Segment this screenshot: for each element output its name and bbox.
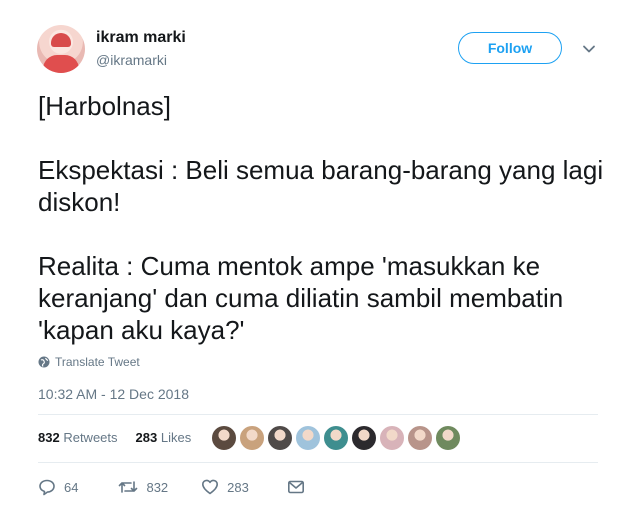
likes-label: Likes bbox=[160, 430, 192, 445]
envelope-icon bbox=[287, 480, 304, 494]
heart-icon bbox=[202, 479, 219, 495]
chevron-down-icon[interactable] bbox=[581, 41, 597, 57]
reply-button[interactable]: 64 bbox=[38, 478, 78, 496]
tweet-stats: 832 Retweets 283 Likes bbox=[38, 430, 191, 445]
liker-avatar[interactable] bbox=[407, 425, 433, 451]
reply-icon bbox=[39, 479, 55, 496]
tweet-text: [Harbolnas] Ekspektasi : Beli semua bara… bbox=[38, 90, 608, 346]
liker-avatar[interactable] bbox=[435, 425, 461, 451]
follow-button[interactable]: Follow bbox=[458, 32, 562, 64]
tweet-paragraph: Ekspektasi : Beli semua barang-barang ya… bbox=[38, 155, 604, 217]
retweet-count: 832 bbox=[146, 479, 169, 495]
tweet-paragraph: Realita : Cuma mentok ampe 'masukkan ke … bbox=[38, 251, 564, 345]
like-count: 283 bbox=[227, 479, 249, 495]
display-name[interactable]: ikram marki bbox=[96, 29, 186, 47]
retweet-stat[interactable]: 832 Retweets bbox=[38, 430, 118, 445]
liker-avatars bbox=[211, 425, 461, 451]
tweet-timestamp[interactable]: 10:32 AM - 12 Dec 2018 bbox=[38, 386, 189, 402]
retweet-icon bbox=[119, 481, 138, 493]
user-handle[interactable]: @ikramarki bbox=[96, 52, 167, 68]
liker-avatar[interactable] bbox=[211, 425, 237, 451]
divider bbox=[38, 462, 598, 463]
liker-avatar[interactable] bbox=[239, 425, 265, 451]
liker-avatar[interactable] bbox=[379, 425, 405, 451]
divider bbox=[38, 414, 598, 415]
retweets-label: Retweets bbox=[63, 430, 118, 445]
avatar[interactable] bbox=[37, 25, 85, 73]
tweet-actions: 64 832 283 bbox=[38, 478, 305, 496]
globe-icon bbox=[38, 356, 50, 368]
likes-count: 283 bbox=[135, 430, 158, 445]
liker-avatar[interactable] bbox=[267, 425, 293, 451]
retweet-button[interactable]: 832 bbox=[118, 478, 168, 496]
likes-stat[interactable]: 283 Likes bbox=[136, 430, 192, 445]
liker-avatar[interactable] bbox=[323, 425, 349, 451]
translate-tweet-link[interactable]: Translate Tweet bbox=[38, 355, 140, 369]
like-button[interactable]: 283 bbox=[201, 478, 249, 496]
liker-avatar[interactable] bbox=[351, 425, 377, 451]
direct-message-button[interactable] bbox=[287, 479, 305, 495]
translate-label[interactable]: Translate Tweet bbox=[55, 355, 140, 369]
reply-count: 64 bbox=[64, 479, 79, 495]
tweet-paragraph: [Harbolnas] bbox=[38, 91, 171, 121]
retweets-count: 832 bbox=[38, 430, 60, 445]
liker-avatar[interactable] bbox=[295, 425, 321, 451]
